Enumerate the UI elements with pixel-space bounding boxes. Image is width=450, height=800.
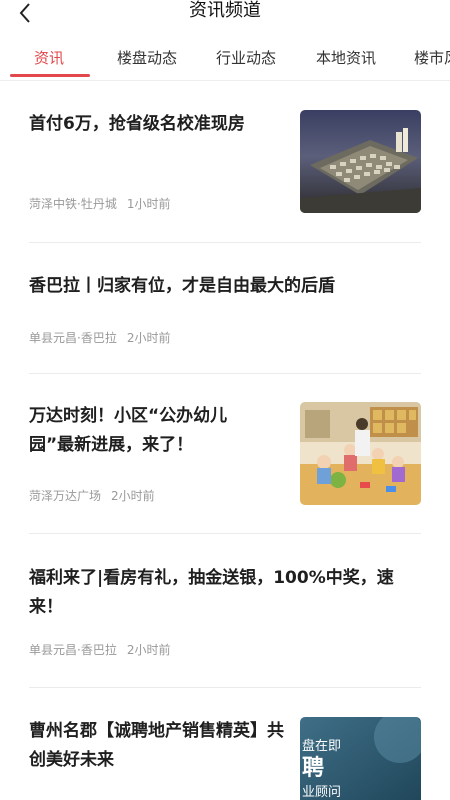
article-thumbnail [300,402,421,505]
active-tab-indicator [10,74,90,77]
article-thumbnail: 盘在即 聘 业顾问 [300,717,421,800]
channel-tabs: 资讯 楼盘动态 行业动态 本地资讯 楼市风 [0,36,450,81]
article-source: 菏泽万达广场 [29,489,102,503]
tab-project-updates[interactable]: 楼盘动态 [117,48,177,68]
tab-market[interactable]: 楼市风 [414,48,450,68]
article-meta: 菏泽中铁·牡丹城 1小时前 [29,196,180,212]
article-source: 单县元昌·香巴拉 [29,643,117,657]
tab-local-news[interactable]: 本地资讯 [316,48,376,68]
article-time: 2小时前 [111,489,155,503]
article-meta: 单县元昌·香巴拉 2小时前 [29,642,180,658]
list-item[interactable]: 万达时刻！小区“公办幼儿园”最新进展，来了！ 菏泽万达广场 2小时前 [29,402,421,506]
article-source: 单县元昌·香巴拉 [29,331,117,345]
article-time: 2小时前 [126,331,171,345]
thumbnail-caption: 盘在即 [302,739,342,754]
list-item[interactable]: 首付6万，抢省级名校准现房 菏泽中铁·牡丹城 1小时前 [29,110,421,214]
divider [29,687,421,688]
list-item[interactable]: 香巴拉丨归家有位，才是自由最大的后盾 单县元昌·香巴拉 2小时前 [29,272,421,352]
divider [29,373,421,374]
article-meta: 单县元昌·香巴拉 2小时前 [29,330,180,346]
list-item[interactable]: 福利来了|看房有礼，抽金送银，100%中奖，速来！ 单县元昌·香巴拉 2小时前 [29,564,421,664]
thumbnail-caption: 业顾问 [302,785,342,800]
page-title: 资讯频道 [189,0,261,21]
article-time: 2小时前 [126,643,171,657]
top-bar: 资讯频道 [0,0,450,30]
article-time: 1小时前 [126,197,171,211]
article-meta: 菏泽万达广场 2小时前 [29,488,165,504]
article-title: 万达时刻！小区“公办幼儿园”最新进展，来了！ [29,406,228,455]
article-thumbnail [300,110,421,213]
article-source: 菏泽中铁·牡丹城 [29,197,117,211]
tab-news[interactable]: 资讯 [34,48,64,68]
list-item[interactable]: 曹州名郡【诚聘地产销售精英】共创美好未来 盘在即 聘 业顾问 [29,717,421,800]
divider [29,533,421,534]
article-title: 首付6万，抢省级名校准现房 [29,114,245,134]
article-title: 曹州名郡【诚聘地产销售精英】共创美好未来 [29,721,284,770]
article-title: 香巴拉丨归家有位，才是自由最大的后盾 [29,276,335,296]
tab-industry-updates[interactable]: 行业动态 [216,48,276,68]
thumbnail-caption: 聘 [302,756,325,781]
article-title: 福利来了|看房有礼，抽金送银，100%中奖，速来！ [29,568,394,617]
divider [29,242,421,243]
